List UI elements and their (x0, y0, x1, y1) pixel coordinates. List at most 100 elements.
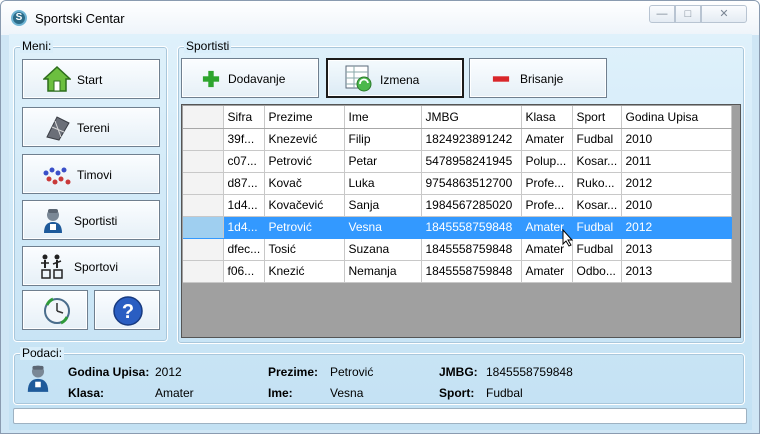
cell-klasa[interactable]: Profe... (521, 172, 573, 195)
delete-button[interactable]: Brisanje (469, 58, 607, 98)
client-area: Meni: Start Tereni Timovi Sportisti Spor… (9, 34, 752, 430)
column-header[interactable]: Sport (572, 106, 622, 129)
column-header[interactable]: Ime (344, 106, 422, 129)
cell-prezime[interactable]: Knezević (264, 128, 345, 151)
prezime-value: Petrović (330, 365, 374, 379)
cell-sifra[interactable]: 1d4... (223, 216, 265, 239)
cell-prezime[interactable]: Tosić (264, 238, 345, 261)
cell-ime[interactable]: Vesna (344, 216, 422, 239)
cell-sport[interactable]: Ruko... (572, 172, 622, 195)
cell-godina[interactable]: 2012 (621, 216, 732, 239)
timovi-button[interactable]: Timovi (22, 154, 160, 194)
cell-klasa[interactable]: Amater (521, 128, 573, 151)
timovi-button-label: Timovi (77, 168, 112, 182)
cell-sport[interactable]: Odbo... (572, 260, 622, 283)
cell-prezime[interactable]: Knezić (264, 260, 345, 283)
cell-jmbg[interactable]: 1845558759848 (421, 260, 522, 283)
edit-button[interactable]: Izmena (326, 58, 464, 98)
cell-jmbg[interactable]: 1824923891242 (421, 128, 522, 151)
athletes-grid[interactable]: Sifra Prezime Ime JMBG Klasa Sport Godin… (181, 104, 741, 338)
table-row-selected[interactable]: 1d4... Petrović Vesna 1845558759848 Amat… (183, 216, 732, 239)
cell-sifra[interactable]: c07... (223, 150, 265, 173)
column-header[interactable]: Klasa (521, 106, 573, 129)
cell-sport[interactable]: Kosar... (572, 194, 622, 217)
cell-jmbg[interactable]: 1984567285020 (421, 194, 522, 217)
godina-upisa-value: 2012 (155, 365, 182, 379)
cell-ime[interactable]: Filip (344, 128, 422, 151)
plus-icon (202, 70, 220, 88)
row-header[interactable] (183, 150, 224, 173)
cell-godina[interactable]: 2010 (621, 128, 732, 151)
row-header[interactable] (183, 216, 224, 239)
column-header[interactable]: Godina Upisa (621, 106, 732, 129)
table-row[interactable]: d87... Kovač Luka 9754863512700 Profe...… (183, 172, 732, 195)
add-button[interactable]: Dodavanje (181, 58, 319, 98)
cell-sifra[interactable]: dfec... (223, 238, 265, 261)
tereni-button-label: Tereni (77, 121, 110, 135)
table-row[interactable]: f06... Knezić Nemanja 1845558759848 Amat… (183, 260, 732, 283)
cell-sifra[interactable]: 1d4... (223, 194, 265, 217)
cell-sport[interactable]: Fudbal (572, 238, 622, 261)
cell-sport[interactable]: Fudbal (572, 216, 622, 239)
row-header[interactable] (183, 194, 224, 217)
close-button[interactable]: ✕ (701, 5, 747, 23)
cell-prezime[interactable]: Kovač (264, 172, 345, 195)
cell-sifra[interactable]: d87... (223, 172, 265, 195)
cell-godina[interactable]: 2011 (621, 150, 732, 173)
cell-klasa[interactable]: Profe... (521, 194, 573, 217)
cell-sifra[interactable]: f06... (223, 260, 265, 283)
cell-jmbg[interactable]: 1845558759848 (421, 238, 522, 261)
column-header[interactable]: JMBG (421, 106, 522, 129)
cell-godina[interactable]: 2013 (621, 260, 732, 283)
cell-godina[interactable]: 2013 (621, 238, 732, 261)
help-button[interactable]: ? (94, 290, 160, 330)
cell-ime[interactable]: Suzana (344, 238, 422, 261)
clock-refresh-button[interactable] (22, 290, 88, 330)
sportovi-button[interactable]: Sportovi (22, 246, 160, 286)
cell-prezime[interactable]: Petrović (264, 150, 345, 173)
row-header[interactable] (183, 128, 224, 151)
row-header[interactable] (183, 172, 224, 195)
table-row[interactable]: 1d4... Kovačević Sanja 1984567285020 Pro… (183, 194, 732, 217)
cell-jmbg[interactable]: 9754863512700 (421, 172, 522, 195)
sport-label: Sport: (439, 386, 475, 400)
title-bar[interactable]: S Sportski Centar — □ ✕ (1, 1, 759, 35)
jmbg-value: 1845558759848 (486, 365, 573, 379)
ime-value: Vesna (330, 386, 364, 400)
maximize-button[interactable]: □ (675, 5, 701, 23)
cell-ime[interactable]: Luka (344, 172, 422, 195)
cell-godina[interactable]: 2010 (621, 194, 732, 217)
app-window: S Sportski Centar — □ ✕ Meni: Start Tere… (0, 0, 760, 434)
column-header[interactable]: Prezime (264, 106, 345, 129)
minimize-button[interactable]: — (649, 5, 675, 23)
sportisti-button[interactable]: Sportisti (22, 200, 160, 240)
cell-sport[interactable]: Kosar... (572, 150, 622, 173)
cell-sport[interactable]: Fudbal (572, 128, 622, 151)
cell-klasa[interactable]: Amater (521, 260, 573, 283)
cell-klasa[interactable]: Polup... (521, 150, 573, 173)
cell-prezime[interactable]: Kovačević (264, 194, 345, 217)
cell-prezime[interactable]: Petrović (264, 216, 345, 239)
cell-ime[interactable]: Sanja (344, 194, 422, 217)
prezime-label: Prezime: (268, 365, 319, 379)
table-row[interactable]: dfec... Tosić Suzana 1845558759848 Amate… (183, 238, 732, 261)
house-icon (43, 65, 71, 92)
cell-jmbg[interactable]: 5478958241945 (421, 150, 522, 173)
cell-jmbg[interactable]: 1845558759848 (421, 216, 522, 239)
cell-ime[interactable]: Nemanja (344, 260, 422, 283)
start-button[interactable]: Start (22, 59, 160, 99)
cell-godina[interactable]: 2012 (621, 172, 732, 195)
row-header[interactable] (183, 260, 224, 283)
details-group-title: Podaci: (20, 346, 65, 360)
edit-button-label: Izmena (380, 73, 420, 87)
table-row[interactable]: c07... Petrović Petar 5478958241945 Polu… (183, 150, 732, 173)
cell-ime[interactable]: Petar (344, 150, 422, 173)
menu-group-title: Meni: (20, 39, 54, 53)
table-header-row: Sifra Prezime Ime JMBG Klasa Sport Godin… (183, 106, 732, 129)
cell-sifra[interactable]: 39f... (223, 128, 265, 151)
row-header[interactable] (183, 238, 224, 261)
start-button-label: Start (77, 73, 103, 87)
table-row[interactable]: 39f... Knezević Filip 1824923891242 Amat… (183, 128, 732, 151)
column-header[interactable]: Sifra (223, 106, 265, 129)
tereni-button[interactable]: Tereni (22, 107, 160, 147)
